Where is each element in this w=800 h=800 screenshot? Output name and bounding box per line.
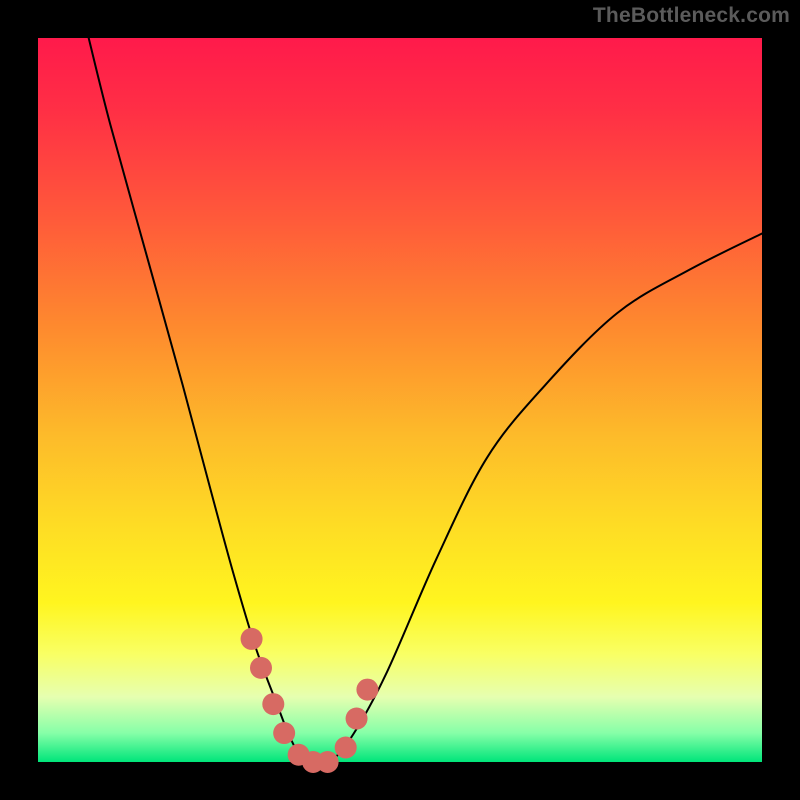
highlight-dot	[262, 693, 284, 715]
watermark-text: TheBottleneck.com	[593, 4, 790, 28]
highlight-dot	[356, 679, 378, 701]
bottleneck-curve	[89, 38, 762, 765]
highlight-dots	[241, 628, 379, 773]
curve-svg	[38, 38, 762, 762]
plot-area	[38, 38, 762, 762]
highlight-dot	[241, 628, 263, 650]
highlight-dot	[250, 657, 272, 679]
highlight-dot	[346, 708, 368, 730]
chart-stage: TheBottleneck.com	[0, 0, 800, 800]
highlight-dot	[335, 737, 357, 759]
highlight-dot	[273, 722, 295, 744]
highlight-dot	[317, 751, 339, 773]
